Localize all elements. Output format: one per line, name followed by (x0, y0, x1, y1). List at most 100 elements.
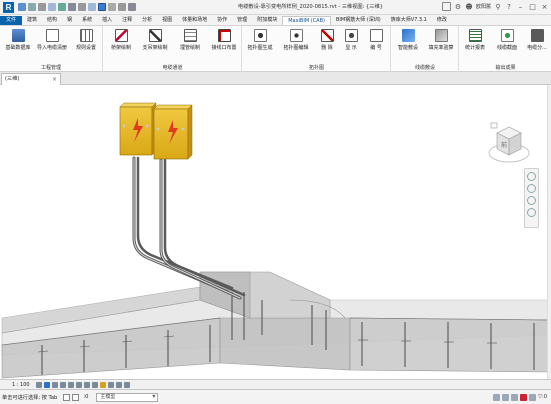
ribbon-tabs: 文件 建筑 结构 钢 系统 插入 注释 分析 视图 体量和场地 协作 管理 附加… (0, 15, 551, 25)
drawing-canvas[interactable]: 前 (0, 85, 551, 379)
open-icon[interactable] (18, 3, 26, 11)
tab-collaborate[interactable]: 协作 (212, 16, 232, 25)
user-name[interactable]: 欧阳嚚 (476, 3, 491, 10)
print-icon[interactable] (68, 3, 76, 11)
dimension-icon[interactable] (88, 3, 96, 11)
smart-lay-button[interactable]: 智能敷设 (393, 29, 423, 51)
tab-massing[interactable]: 体量和场地 (177, 16, 212, 25)
model-select[interactable]: 主模型 (96, 392, 159, 402)
detail-level-icon[interactable] (35, 381, 42, 388)
distribution-box-2[interactable] (153, 104, 193, 160)
tab-systems[interactable]: 系统 (77, 16, 97, 25)
conduit-draw-button[interactable]: 埋管绘制 (175, 29, 205, 51)
measure-icon[interactable] (78, 3, 86, 11)
tab-family-library[interactable]: 族库大师V7.3.1 (386, 16, 432, 25)
filter-count[interactable]: ▽:0 (538, 394, 547, 401)
show-crop-icon[interactable] (83, 381, 90, 388)
vertical-scrollbar[interactable] (547, 85, 551, 379)
section-icon[interactable] (118, 3, 126, 11)
tab-bim-rebar[interactable]: BIM钢筋大师 (深圳) (331, 16, 386, 25)
fill-rate-check-button[interactable]: 填充率验算 (426, 29, 456, 51)
design-options-icon[interactable] (72, 393, 80, 401)
save-icon[interactable] (28, 3, 36, 11)
zoom-icon[interactable] (527, 184, 536, 193)
tray-draw-button[interactable]: 桥架绘制 (106, 29, 136, 51)
status-right: ▽:0 (492, 393, 547, 401)
cart-icon[interactable]: ⚲ (494, 3, 502, 11)
pan-icon[interactable] (527, 196, 536, 205)
rule-settings-button[interactable]: 规则设置 (71, 29, 101, 51)
tab-architecture[interactable]: 建筑 (22, 16, 42, 25)
wheel-icon[interactable] (527, 172, 536, 181)
tray-icon (114, 29, 128, 42)
status-bar: 单击可进行选择; 按 Tab :0 主模型 ▽:0 (0, 389, 551, 404)
sun-path-icon[interactable] (51, 381, 58, 388)
default-3d-view-icon[interactable] (108, 3, 116, 11)
select-links-icon[interactable] (492, 393, 500, 401)
number-button[interactable]: 编 号 (363, 29, 389, 51)
maximize-button[interactable]: □ (528, 3, 537, 11)
delete-icon (320, 29, 334, 42)
status-message: 单击可进行选择; 按 Tab (2, 394, 58, 401)
revit-logo[interactable]: R (3, 1, 14, 13)
minimize-button[interactable]: – (516, 3, 525, 11)
tab-maxibim[interactable]: MaxiBIM (CAB) (282, 16, 331, 25)
view-scale[interactable]: 1 : 100 (12, 382, 30, 388)
sync-icon[interactable] (38, 3, 46, 11)
show-button[interactable]: 显 示 (339, 29, 363, 51)
tab-analyze[interactable]: 分析 (137, 16, 157, 25)
worksets-icon[interactable] (63, 393, 71, 401)
viewcube-front-label: 前 (501, 141, 507, 149)
lock-view-icon[interactable] (91, 381, 98, 388)
topology-generate-button[interactable]: 拓扑图生成 (245, 29, 275, 51)
tab-steel[interactable]: 钢 (62, 16, 77, 25)
shadows-icon[interactable] (59, 381, 66, 388)
orbit-icon[interactable] (527, 208, 536, 217)
visual-style-icon[interactable] (43, 381, 50, 388)
close-view-icon[interactable]: × (52, 74, 57, 85)
communication-icon[interactable]: ⚙ (454, 3, 462, 11)
smart-lay-icon (401, 29, 415, 42)
close-button[interactable]: × (540, 3, 549, 11)
temporary-hide-icon[interactable] (99, 381, 106, 388)
tab-view[interactable]: 视图 (157, 16, 177, 25)
import-cable-list-button[interactable]: 导入电缆清册 (37, 29, 67, 51)
highlight-displacement-icon[interactable] (123, 381, 130, 388)
select-underlay-icon[interactable] (501, 393, 509, 401)
statistics-report-button[interactable]: 统计报表 (460, 29, 490, 51)
port-layout-button[interactable]: 接线口布置 (209, 29, 239, 51)
help-icon[interactable]: ? (505, 3, 513, 11)
status-icons (63, 393, 80, 401)
tab-modify[interactable]: 修改 (432, 16, 452, 25)
tab-manage[interactable]: 管理 (232, 16, 252, 25)
render-icon[interactable] (67, 381, 74, 388)
select-by-face-icon[interactable] (519, 393, 527, 401)
analytical-model-icon[interactable] (115, 381, 122, 388)
search-input[interactable] (441, 2, 451, 11)
tab-structure[interactable]: 结构 (42, 16, 62, 25)
tab-insert[interactable]: 插入 (97, 16, 117, 25)
view-tab-3d[interactable]: (三维) × (1, 73, 61, 85)
view-control-icons (35, 381, 130, 388)
window-title: 电缆敷设-靠引变电所样例_2020-0815.rvt - 三维视图: {三维} (238, 4, 383, 10)
hanger-draw-button[interactable]: 支吊架绘制 (140, 29, 170, 51)
select-pinned-icon[interactable] (510, 393, 518, 401)
cable-section-button[interactable]: 线缆截面 (492, 29, 522, 51)
undo-icon[interactable] (48, 3, 56, 11)
switch-windows-icon[interactable] (128, 3, 136, 11)
tab-addins[interactable]: 附加模块 (252, 16, 282, 25)
thin-lines-icon[interactable] (98, 3, 106, 11)
redo-icon[interactable] (58, 3, 66, 11)
crop-view-icon[interactable] (75, 381, 82, 388)
cable-split-button[interactable]: 电缆分... (523, 29, 551, 51)
drag-on-selection-icon[interactable] (528, 393, 536, 401)
topology-edit-button[interactable]: 拓扑图编辑 (281, 29, 311, 51)
tab-file[interactable]: 文件 (0, 16, 23, 25)
distribution-box-1[interactable] (119, 102, 157, 156)
user-icon[interactable]: ☻ (465, 3, 473, 11)
reveal-hidden-icon[interactable] (107, 381, 114, 388)
base-database-button[interactable]: 基础数据库 (3, 29, 33, 51)
tab-annotate[interactable]: 注释 (117, 16, 137, 25)
viewcube[interactable]: 前 (487, 119, 531, 165)
delete-button[interactable]: 删 除 (315, 29, 339, 51)
